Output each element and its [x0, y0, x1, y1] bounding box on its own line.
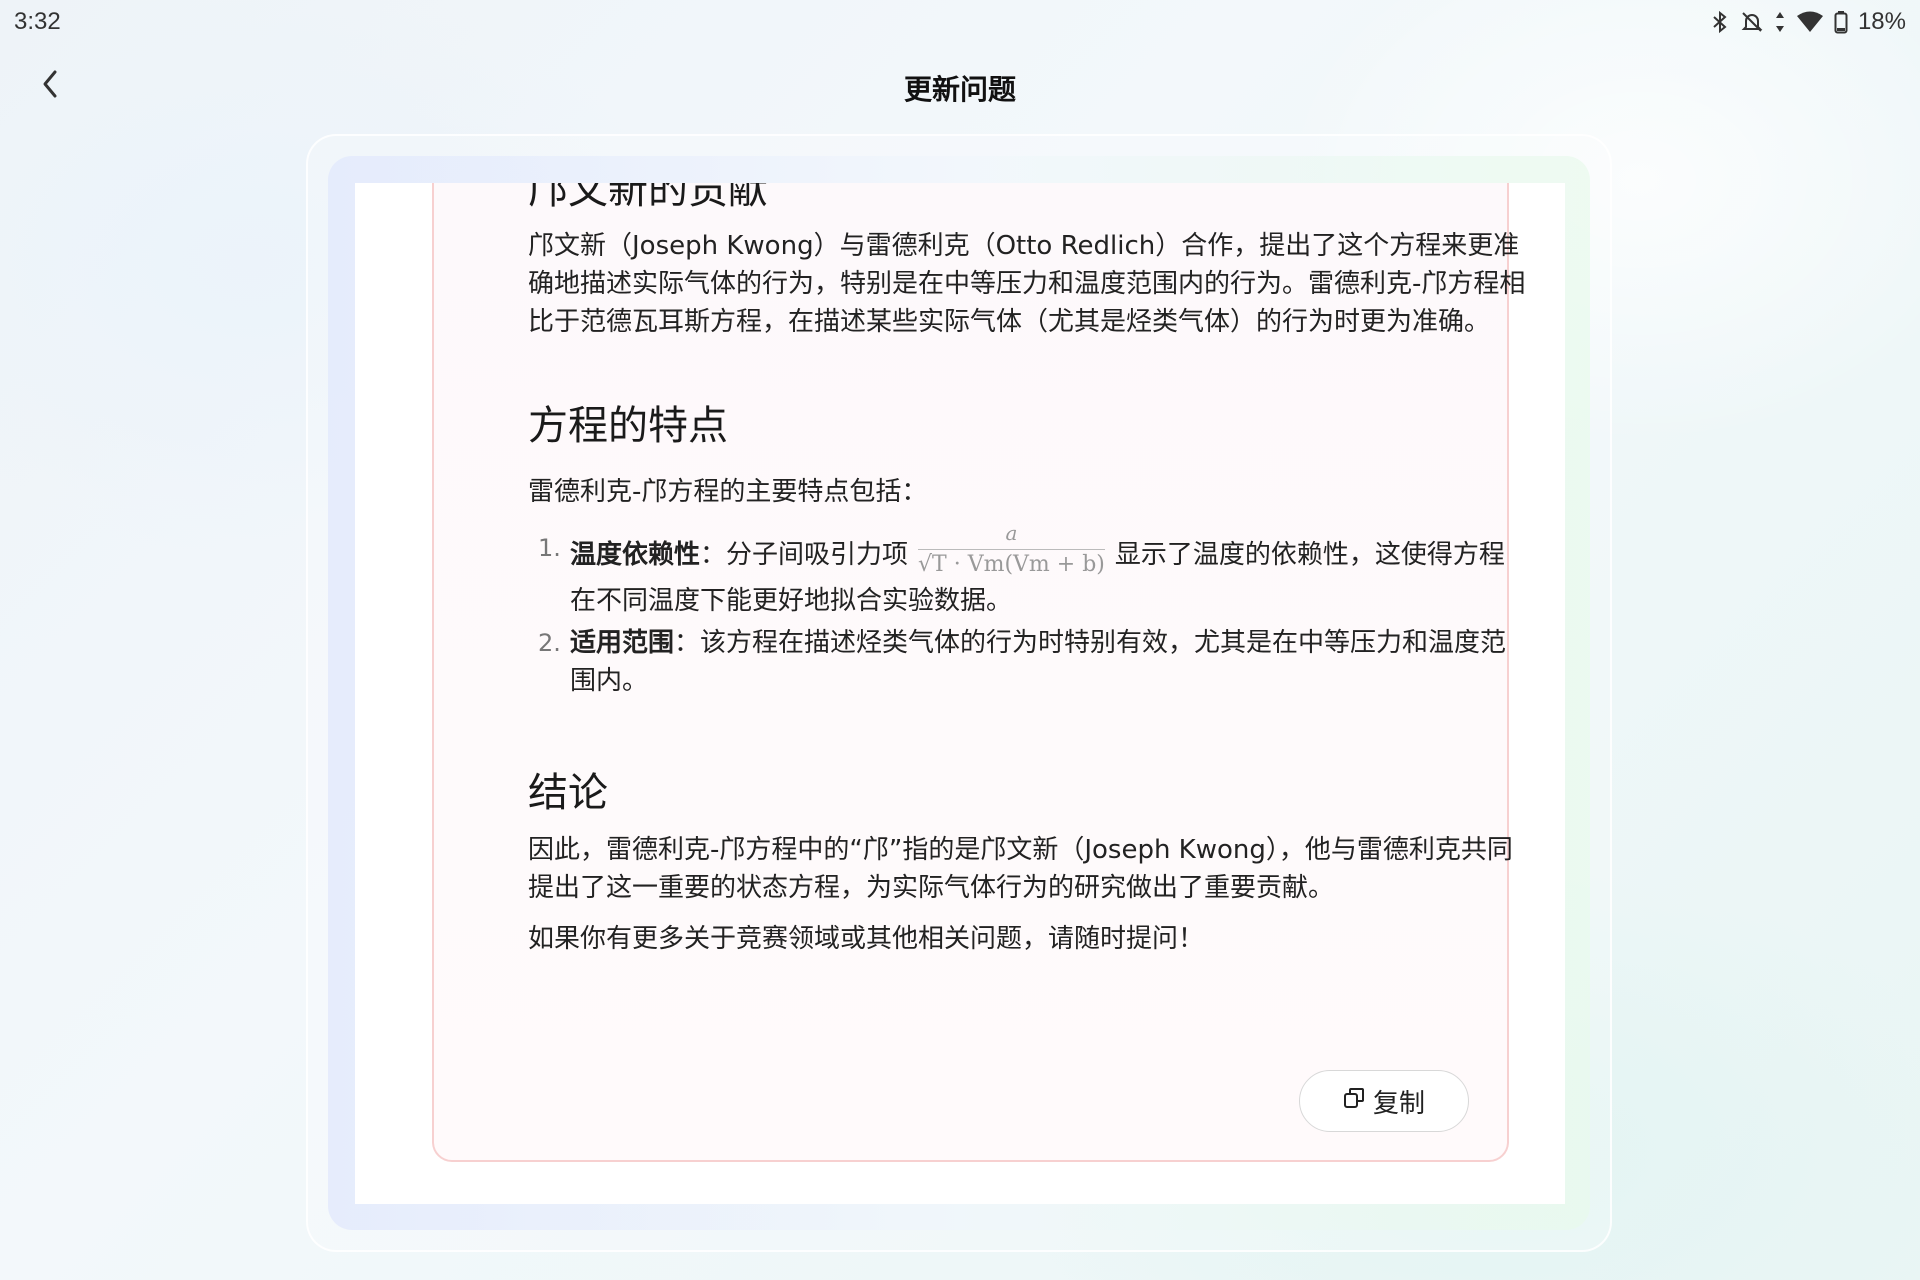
section-heading-conclusion: 结论 — [528, 770, 608, 816]
answer-card: 邝文新的贡献 邝文新（Joseph Kwong）与雷德利克（Otto Redli… — [432, 183, 1525, 1162]
battery-percent: 18% — [1857, 8, 1906, 35]
paragraph-features-intro: 雷德利克-邝方程的主要特点包括： — [528, 477, 928, 507]
bluetooth-icon — [1710, 10, 1730, 34]
battery-icon — [1834, 10, 1848, 34]
section-heading-features: 方程的特点 — [528, 403, 728, 449]
copy-label: 复制 — [1372, 1088, 1425, 1119]
section-heading-contribution: 邝文新的贡献 — [528, 183, 768, 213]
answer-scroll-area[interactable]: 邝文新的贡献 邝文新（Joseph Kwong）与雷德利克（Otto Redli… — [355, 183, 1565, 1204]
wifi-icon — [1796, 10, 1824, 34]
paragraph-closing: 如果你有更多关于竞赛领域或其他相关问题，请随时提问！ — [528, 924, 1205, 954]
status-icons: 18% — [1710, 8, 1906, 36]
status-bar: 3:32 18% — [0, 0, 1920, 44]
status-time: 3:32 — [14, 8, 61, 35]
copy-button[interactable]: 复制 — [1299, 1070, 1469, 1132]
page-title: 更新问题 — [903, 73, 1016, 106]
copy-icon — [1343, 1086, 1365, 1116]
list-item-title: 适用范围 — [570, 628, 675, 658]
list-number: 1. — [538, 534, 561, 562]
list-number: 2. — [538, 629, 561, 657]
mute-icon — [1740, 10, 1764, 34]
features-list: 1. 温度依赖性：分子间吸引力项 a √T · Vm(Vm + b) 显示了温度的依赖… — [528, 523, 1528, 700]
formula-denominator: √T · Vm(Vm + b) — [918, 552, 1105, 577]
list-item: 1. 温度依赖性：分子间吸引力项 a √T · Vm(Vm + b) 显示了温度的依赖… — [528, 523, 1528, 620]
paragraph-conclusion: 因此，雷德利克-邝方程中的“邝”指的是邝文新（Joseph Kwong），他与雷… — [528, 835, 1513, 903]
formula: a √T · Vm(Vm + b) — [918, 523, 1105, 576]
data-arrows-icon — [1774, 10, 1786, 34]
list-item-text: ：该方程在描述烃类气体的行为时特别有效，尤其是在中等压力和温度范围内。 — [570, 628, 1507, 696]
app-header: 更新问题 — [0, 60, 1920, 116]
list-item: 2. 适用范围：该方程在描述烃类气体的行为时特别有效，尤其是在中等压力和温度范围… — [528, 624, 1528, 700]
paragraph-contribution: 邝文新（Joseph Kwong）与雷德利克（Otto Redlich）合作，提… — [528, 231, 1526, 337]
list-item-text: ：分子间吸引力项 — [700, 540, 909, 570]
formula-numerator: a — [918, 523, 1105, 550]
list-item-title: 温度依赖性 — [570, 540, 701, 570]
